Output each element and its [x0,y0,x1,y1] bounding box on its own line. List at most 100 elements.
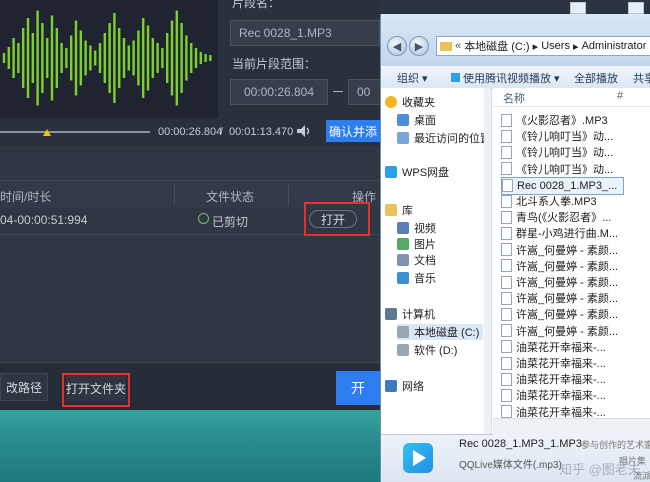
nav-scrollbar[interactable] [484,88,491,434]
file-item[interactable]: 许嵩_何曼婷 - 素颜... [501,242,618,258]
nav-item[interactable]: 桌面 [397,112,436,128]
nav-item[interactable]: 库 [385,202,413,218]
file-name: 青鸟(《火影忍者》... [516,212,612,225]
file-item[interactable]: 青鸟(《火影忍者》... [501,209,611,225]
seek-track[interactable] [0,131,150,133]
file-name: 群星-小鸡进行曲.M... [516,228,619,241]
recent-icon [397,132,409,144]
audio-file-icon [501,113,512,127]
nav-item-label: 收藏夹 [402,97,435,109]
file-item[interactable]: 许嵩_何曼婷 - 素颜... [501,306,618,322]
row-time: 04-00:00:51:994 [0,213,88,227]
nav-item-label: 桌面 [414,115,436,127]
file-item[interactable]: 许嵩_何曼婷 - 素颜... [501,290,618,306]
waveform [2,10,212,106]
file-item[interactable]: 许嵩_何曼婷 - 素颜... [501,258,618,274]
horizontal-scrollbar[interactable] [493,418,650,435]
desktop-icon [628,2,644,14]
file-item[interactable]: 油菜花开幸福来-... [501,355,606,371]
file-item[interactable]: 《火影忍者》.MP3 [501,112,608,128]
file-item[interactable]: 许嵩_何曼婷 - 素颜... [501,323,618,339]
file-name: 《火影忍者》.MP3 [516,115,608,127]
play-with-tencent-menu[interactable]: 使用腾讯视频播放 ▾ [451,70,560,86]
network-icon [385,380,397,392]
file-item[interactable]: 油菜花开幸福来-... [501,339,606,355]
details-artist-label: 参与创作的艺术家 [581,440,650,450]
share-menu[interactable]: 共享 [633,70,650,86]
nav-item[interactable]: 收藏夹 [385,94,435,110]
file-item[interactable]: 油菜花开幸福来-... [501,371,606,387]
command-bar: 组织 ▾ 使用腾讯视频播放 ▾ 全部播放 共享 [381,66,650,89]
change-path-button[interactable]: 改路径 [0,373,48,401]
audio-file-icon [501,226,512,240]
desktop-strip [558,0,650,14]
nav-item[interactable]: 图片 [397,236,436,252]
address-field[interactable]: « 本地磁盘 (C:) ▸ Users ▸ Administrator [436,36,650,56]
file-name: 许嵩_何曼婷 - 素颜... [516,325,619,338]
file-item[interactable]: 《铃儿响叮当》动... [501,144,613,160]
audio-file-icon [501,372,512,386]
audio-file-icon [501,129,512,143]
nav-item[interactable]: 最近访问的位置 [397,130,491,146]
file-name: 许嵩_何曼婷 - 素颜... [516,293,619,306]
folder-icon [440,41,452,51]
music-icon [397,272,409,284]
details-pane: Rec 0028_1.MP3_1.MP3 QQLive媒体文件(.mp3) 参与… [381,434,650,482]
computer-icon [385,308,397,320]
file-item[interactable]: 许嵩_何曼婷 - 素颜... [501,274,618,290]
col-number[interactable]: # [617,90,623,102]
file-name: 油菜花开幸福来-... [516,390,606,403]
col-name[interactable]: 名称 [503,90,525,106]
file-item[interactable]: 北斗系人拳.MP3 [501,193,597,209]
forward-icon[interactable]: ▶ [409,36,429,56]
nav-item[interactable]: 本地磁盘 (C:) [397,324,484,340]
audio-file-icon [501,324,512,338]
audio-file-icon [501,388,512,402]
play-all-button[interactable]: 全部播放 [574,70,618,86]
range-start-field[interactable]: 00:00:26.804 [230,79,328,105]
back-icon[interactable]: ◀ [387,36,407,56]
nav-item[interactable]: 音乐 [397,270,436,286]
file-name: 许嵩_何曼婷 - 素颜... [516,244,619,257]
audio-file-icon [501,291,512,305]
open-folder-button[interactable]: 打开文件夹 [66,375,126,401]
range-end-field[interactable]: 00 [348,79,380,105]
file-name: 油菜花开幸福来-... [516,374,606,387]
segment-name-field[interactable]: Rec 0028_1.MP3 [230,20,380,46]
audio-file-icon [501,405,512,419]
nav-item[interactable]: 网络 [385,378,424,394]
current-time: 00:00:26.804 [158,126,223,138]
nav-item[interactable]: 文档 [397,252,436,268]
nav-item[interactable]: 计算机 [385,306,435,322]
file-explorer-window: ◀ ▶ « 本地磁盘 (C:) ▸ Users ▸ Administrator … [380,14,650,482]
nav-item[interactable]: 软件 (D:) [397,342,457,358]
file-item[interactable]: 油菜花开幸福来-... [501,387,606,403]
file-name: 《铃儿响叮当》动... [516,163,614,176]
volume-icon[interactable] [296,124,312,138]
confirm-add-button[interactable]: 确认并添 [326,120,380,142]
organize-menu[interactable]: 组织 ▾ [397,70,428,86]
nav-item-label: 网络 [402,381,424,393]
address-part-drive[interactable]: 本地磁盘 (C:) [464,38,529,54]
waveform-panel[interactable] [0,0,218,118]
file-name: 《铃儿响叮当》动... [516,147,614,160]
file-item[interactable]: 《铃儿响叮当》动... [501,161,613,177]
nav-item[interactable]: WPS网盘 [385,164,449,180]
open-file-button[interactable]: 打开 [309,210,357,228]
background-image [0,410,380,482]
address-part-users[interactable]: Users [541,40,570,52]
audio-file-icon [502,179,513,193]
picture-icon [397,238,409,250]
address-part-admin[interactable]: Administrator [582,40,647,52]
document-icon [397,254,409,266]
file-item[interactable]: 群星-小鸡进行曲.M... [501,225,618,241]
audio-file-icon [501,340,512,354]
nav-item-label: 图片 [414,239,436,251]
table-row[interactable]: 04-00:00:51:994 已剪切 打开 [0,202,380,236]
file-name: 油菜花开幸福来-... [516,341,606,354]
nav-item[interactable]: 视频 [397,220,436,236]
seek-marker[interactable] [43,129,51,136]
file-item[interactable]: 《铃儿响叮当》动... [501,128,613,144]
start-button[interactable]: 开 [336,371,380,405]
segment-name-label: 片段名： [232,0,281,10]
